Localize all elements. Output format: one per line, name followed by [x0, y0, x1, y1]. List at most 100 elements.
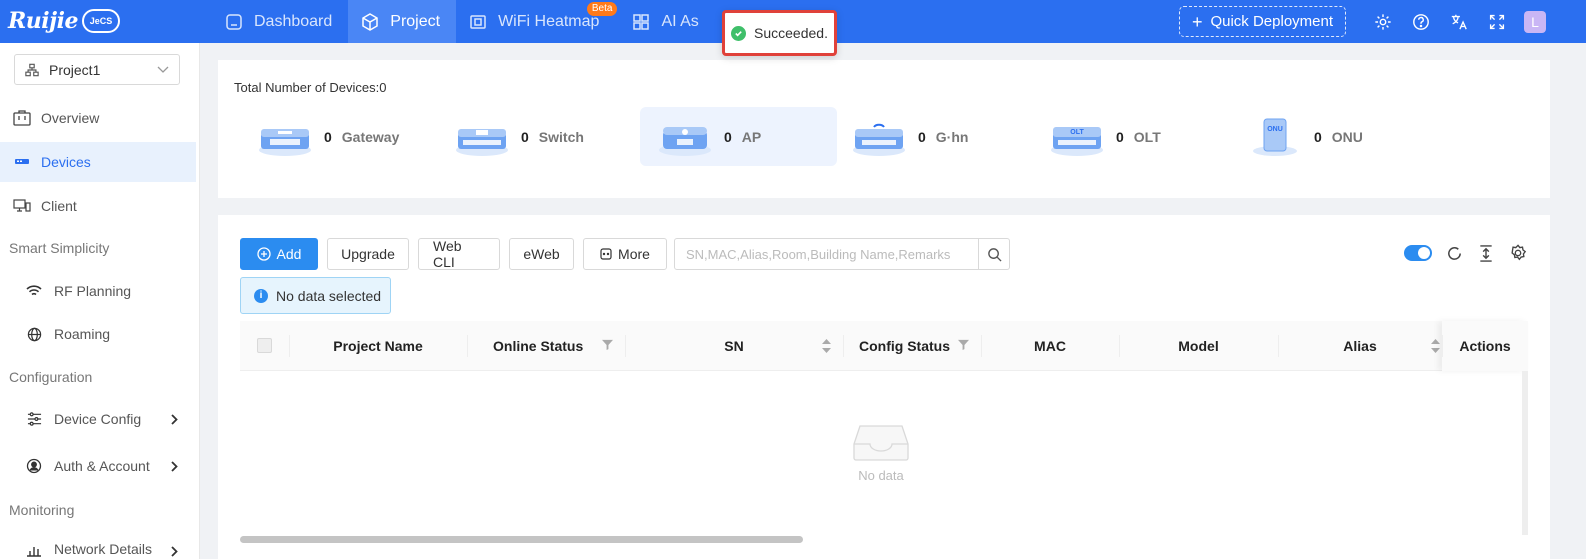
access-point-icon: [659, 126, 711, 156]
sidebar-item-rf-planning[interactable]: RF Planning: [0, 271, 196, 311]
sidebar-group-monitoring: Monitoring: [9, 502, 75, 518]
table-header: Project Name Online Status SN Config Sta…: [240, 320, 1528, 371]
client-icon: [12, 199, 32, 213]
col-online-status[interactable]: Online Status: [467, 321, 625, 371]
ghn-count: 0: [918, 128, 926, 145]
more-button[interactable]: More: [583, 238, 667, 270]
ruijie-logo[interactable]: Ruijie JeCS: [8, 7, 120, 35]
col-actions: Actions: [1442, 320, 1528, 371]
fullscreen-button[interactable]: [1478, 0, 1516, 43]
sidebar-item-device-config[interactable]: Device Config: [0, 399, 196, 439]
sidebar-item-auth-account[interactable]: Auth & Account: [0, 446, 196, 486]
devices-table-card: Add Upgrade Web CLI eWeb More i No data …: [218, 215, 1550, 559]
vertical-scrollbar[interactable]: [1522, 371, 1528, 536]
sidebar-item-label: Network Details: [54, 541, 153, 557]
sidebar-item-devices[interactable]: Devices: [0, 142, 196, 182]
plus-icon: +: [1191, 11, 1203, 32]
bar-chart-icon: [24, 543, 44, 557]
col-project-name[interactable]: Project Name: [289, 321, 467, 371]
language-button[interactable]: [1440, 0, 1478, 43]
header-actions: + Quick Deployment L: [1179, 0, 1546, 43]
auto-refresh-toggle[interactable]: [1404, 245, 1432, 261]
search-button[interactable]: [978, 239, 1009, 269]
olt-icon: OLT: [1051, 126, 1103, 156]
nav-project[interactable]: Project: [348, 0, 457, 43]
device-tile-ap[interactable]: 0 AP: [640, 107, 837, 166]
filter-icon[interactable]: [602, 339, 613, 350]
device-tile-olt[interactable]: OLT 0 OLT: [1032, 107, 1229, 166]
quick-deployment-button[interactable]: + Quick Deployment: [1179, 6, 1346, 37]
empty-state: No data: [240, 371, 1522, 531]
horizontal-scrollbar-thumb[interactable]: [240, 536, 803, 543]
heatmap-icon: [470, 14, 486, 29]
user-circle-icon: [24, 458, 44, 474]
sidebar-item-label: Overview: [41, 110, 100, 126]
nav-wifi-heatmap[interactable]: WiFi Heatmap Beta: [456, 0, 619, 43]
ap-count: 0: [724, 128, 732, 145]
device-search: [674, 238, 1010, 270]
table-settings-button[interactable]: [1508, 243, 1528, 263]
sidebar-item-overview[interactable]: Overview: [0, 98, 196, 138]
search-icon: [987, 247, 1002, 262]
col-mac[interactable]: MAC: [981, 321, 1119, 371]
briefcase-icon: [12, 110, 32, 126]
project-name: Project1: [49, 61, 101, 78]
add-device-button[interactable]: Add: [240, 238, 318, 270]
device-tile-ghn[interactable]: 0 G·hn: [834, 107, 1031, 166]
sidebar-item-roaming[interactable]: Roaming: [0, 314, 196, 354]
nav-ai-assistant[interactable]: AI As: [619, 0, 714, 43]
sidebar-item-label: Devices: [41, 154, 91, 170]
translate-icon: [1451, 14, 1467, 29]
fullscreen-icon: [1489, 14, 1505, 29]
gateway-label: Gateway: [341, 128, 400, 145]
more-icon: [600, 248, 612, 260]
olt-count: 0: [1116, 128, 1124, 145]
col-sn-label: SN: [724, 337, 744, 354]
sidebar-item-label: RF Planning: [54, 283, 132, 299]
nav-wifi-heatmap-label: WiFi Heatmap: [498, 12, 600, 30]
eweb-button[interactable]: eWeb: [509, 238, 574, 270]
select-all-checkbox[interactable]: [257, 338, 272, 353]
search-input[interactable]: [675, 239, 978, 269]
sidebar-item-network-details[interactable]: Network Details: [0, 531, 196, 557]
chevron-right-icon: [171, 413, 178, 425]
globe-icon: [24, 327, 44, 342]
help-button[interactable]: [1402, 0, 1440, 43]
col-alias[interactable]: Alias: [1278, 321, 1442, 371]
col-sn[interactable]: SN: [625, 321, 843, 371]
device-tile-switch[interactable]: 0 Switch: [437, 107, 634, 166]
nav-dashboard[interactable]: Dashboard: [212, 0, 348, 43]
device-icon: [12, 157, 32, 167]
device-tile-onu[interactable]: ONU 0 ONU: [1230, 107, 1427, 166]
sidebar-item-client[interactable]: Client: [0, 186, 196, 226]
empty-state-text: No data: [858, 467, 904, 483]
filter-icon[interactable]: [958, 339, 969, 350]
col-config-status-label: Config Status: [859, 337, 950, 354]
refresh-button[interactable]: [1444, 243, 1464, 263]
onu-count: 0: [1314, 128, 1322, 145]
device-stats-card: Total Number of Devices:0 0 Gateway 0 Sw…: [218, 60, 1550, 198]
web-cli-button[interactable]: Web CLI: [418, 238, 500, 270]
settings-button[interactable]: [1364, 0, 1402, 43]
col-alias-label: Alias: [1343, 337, 1377, 354]
user-avatar[interactable]: L: [1524, 10, 1546, 33]
gateway-count: 0: [324, 128, 332, 145]
upgrade-button[interactable]: Upgrade: [327, 238, 409, 270]
project-selector[interactable]: Project1: [14, 54, 180, 85]
logo-text: Ruijie: [8, 8, 78, 34]
gateway-icon: [259, 128, 311, 156]
chevron-right-icon: [171, 460, 178, 472]
col-config-status[interactable]: Config Status: [843, 321, 981, 371]
cube-icon: [362, 12, 379, 31]
add-label: Add: [276, 246, 302, 262]
device-tile-gateway[interactable]: 0 Gateway: [240, 107, 437, 166]
svg-text:ONU: ONU: [1267, 126, 1283, 133]
col-model[interactable]: Model: [1119, 321, 1278, 371]
check-circle-icon: [731, 25, 747, 41]
svg-text:OLT: OLT: [1070, 129, 1084, 136]
ghn-icon: [853, 123, 905, 156]
sort-icon[interactable]: [822, 338, 831, 353]
onu-icon: ONU: [1253, 118, 1297, 156]
column-height-button[interactable]: [1476, 243, 1496, 263]
sort-icon[interactable]: [1431, 338, 1440, 353]
